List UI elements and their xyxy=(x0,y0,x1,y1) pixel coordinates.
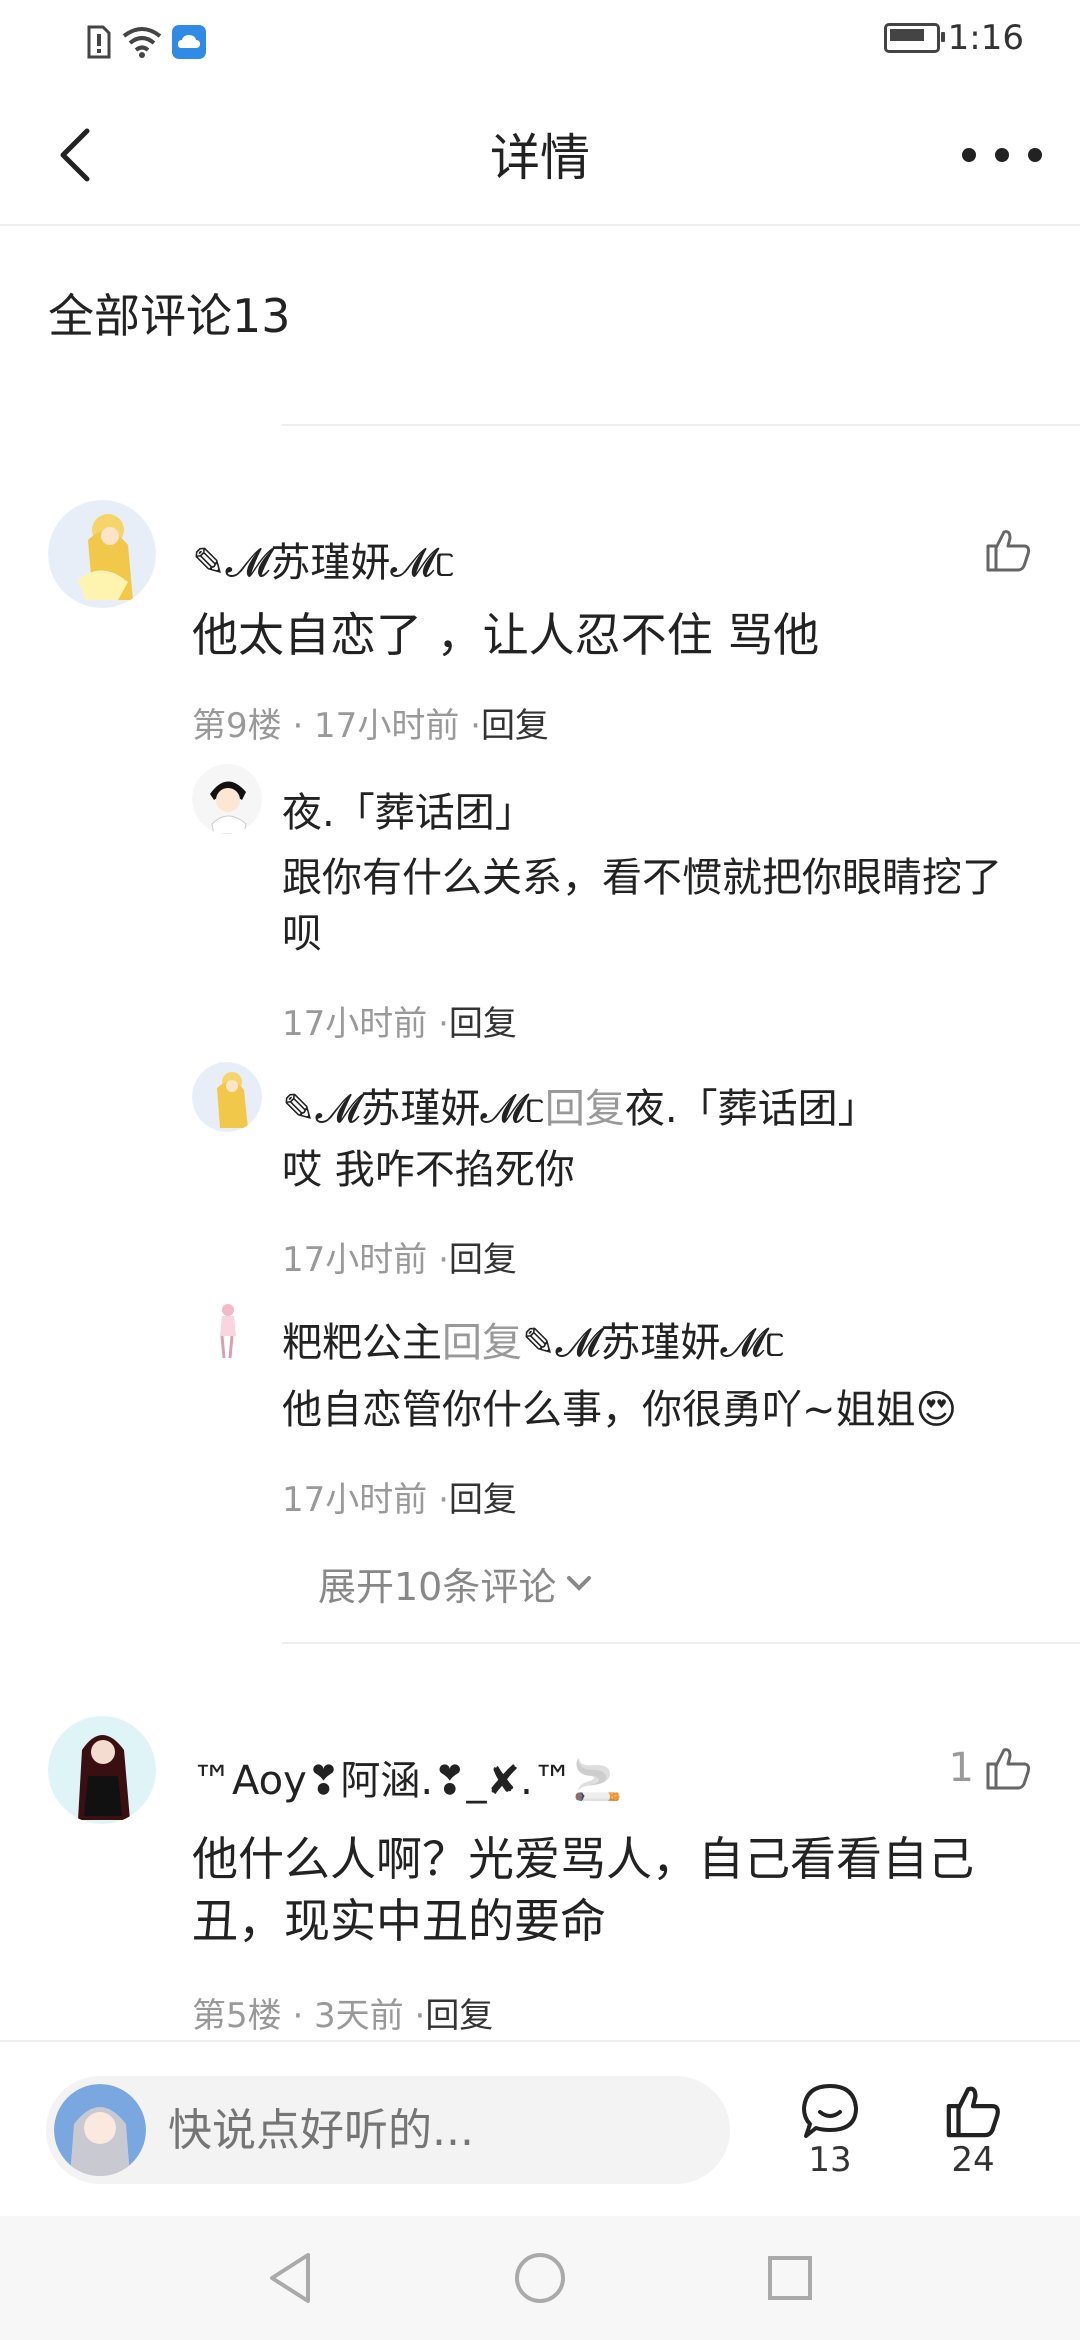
chevron-down-icon xyxy=(567,1575,592,1591)
comment-floor-time: 第9楼 · 17小时前 · xyxy=(192,706,481,746)
dot-icon xyxy=(1028,148,1042,162)
avatar[interactable] xyxy=(192,764,262,834)
page-title: 详情 xyxy=(490,129,590,187)
reply-to-label: 回复 xyxy=(544,1086,625,1132)
reply-to-username[interactable]: 夜.「葬话团」 xyxy=(625,1086,878,1132)
comment-username[interactable]: ✎𝓜苏瑾妍𝓜ᥴ xyxy=(192,530,455,588)
reply-username[interactable]: 夜.「葬话团」 xyxy=(282,780,535,838)
reply-text: 哎 我咋不掐死你 xyxy=(282,1147,575,1193)
avatar[interactable] xyxy=(192,1296,262,1366)
reply-button[interactable]: 回复 xyxy=(481,706,549,746)
reply-username[interactable]: 粑粑公主 xyxy=(282,1320,442,1366)
system-navigation-bar xyxy=(0,2216,1080,2340)
reply-button[interactable]: 回复 xyxy=(449,1004,517,1044)
divider xyxy=(282,1642,1080,1644)
comment-bubble-icon xyxy=(802,2084,858,2138)
reply-time: 17小时前 · xyxy=(282,1240,449,1280)
reply-time: 17小时前 · xyxy=(282,1480,449,1520)
reply-header: ✎𝓜苏瑾妍𝓜ᥴ回复夜.「葬话团」 xyxy=(282,1076,878,1134)
comment-count: 13 xyxy=(808,2140,852,2180)
sim-alert-icon xyxy=(87,25,111,59)
reply-to-label: 回复 xyxy=(442,1320,522,1366)
comments-count-title: 全部评论13 xyxy=(48,289,291,343)
top-app-bar: 详情 xyxy=(0,84,1080,226)
comment-meta: 第5楼 · 3天前 ·回复 xyxy=(192,1988,493,2037)
thumbs-up-icon xyxy=(946,2086,1000,2138)
reply-text: 跟你有什么关系，看不惯就把你眼睛挖了呗 xyxy=(282,855,1002,957)
reply-meta: 17小时前 ·回复 xyxy=(282,1232,517,1281)
comment-text: 他太自恋了 ，让人忍不住 骂他 xyxy=(192,608,820,662)
reply-button[interactable]: 回复 xyxy=(449,1240,517,1280)
comment-meta: 第9楼 · 17小时前 ·回复 xyxy=(192,698,549,747)
thumbs-up-icon xyxy=(986,1748,1030,1790)
status-bar: 1:16 xyxy=(0,0,1080,84)
comment-floor-time: 第5楼 · 3天前 · xyxy=(192,1996,426,2036)
like-count: 24 xyxy=(951,2140,995,2180)
thumbs-up-icon xyxy=(986,530,1030,572)
status-right: 1:16 xyxy=(883,18,1024,58)
wifi-icon xyxy=(122,27,162,58)
like-button[interactable]: 1 xyxy=(949,1744,1032,1792)
reply-time: 17小时前 · xyxy=(282,1004,449,1044)
my-avatar xyxy=(54,2084,146,2176)
like-button[interactable] xyxy=(974,526,1032,574)
expand-replies-label: 展开10条评论 xyxy=(318,1565,557,1609)
nav-home-icon[interactable] xyxy=(514,2252,566,2304)
nav-back-icon[interactable] xyxy=(266,2251,314,2305)
reply-header: 粑粑公主回复✎𝓜苏瑾妍𝓜ᥴ xyxy=(282,1310,785,1368)
status-time: 1:16 xyxy=(947,18,1024,58)
status-icons xyxy=(86,22,206,62)
reply-meta: 17小时前 ·回复 xyxy=(282,996,517,1045)
divider xyxy=(282,424,1080,426)
avatar[interactable] xyxy=(192,1062,262,1132)
comment-composer-bar: 13 24 xyxy=(0,2040,1080,2218)
dot-icon xyxy=(962,148,976,162)
dot-icon xyxy=(995,148,1009,162)
reply-text: 他自恋管你什么事，你很勇吖~姐姐😍 xyxy=(282,1387,958,1433)
reply-username[interactable]: ✎𝓜苏瑾妍𝓜ᥴ xyxy=(282,1086,545,1132)
comment-input-container[interactable] xyxy=(46,2076,730,2184)
comment-username[interactable]: ™Aoy❣阿涵.❣_✘.™🚬 xyxy=(192,1748,623,1806)
avatar[interactable] xyxy=(48,500,156,608)
cloud-app-icon xyxy=(172,25,206,59)
reply-meta: 17小时前 ·回复 xyxy=(282,1472,517,1521)
more-options-button[interactable] xyxy=(962,120,1042,190)
reply-button[interactable]: 回复 xyxy=(449,1480,517,1520)
expand-replies-button[interactable]: 展开10条评论 xyxy=(318,1556,592,1611)
reply-to-username[interactable]: ✎𝓜苏瑾妍𝓜ᥴ xyxy=(522,1320,785,1366)
like-count: 1 xyxy=(948,1745,974,1791)
comment-input[interactable] xyxy=(166,2103,690,2157)
reply-button[interactable]: 回复 xyxy=(425,1996,493,2036)
like-post-button[interactable]: 24 xyxy=(944,2082,1002,2180)
avatar[interactable] xyxy=(48,1716,156,1824)
nav-recents-icon[interactable] xyxy=(766,2254,814,2302)
comment-text: 他什么人啊？光爱骂人，自己看看自己丑，现实中丑的要命 xyxy=(192,1832,974,1948)
battery-icon xyxy=(883,23,945,53)
comments-button[interactable]: 13 xyxy=(800,2082,860,2180)
